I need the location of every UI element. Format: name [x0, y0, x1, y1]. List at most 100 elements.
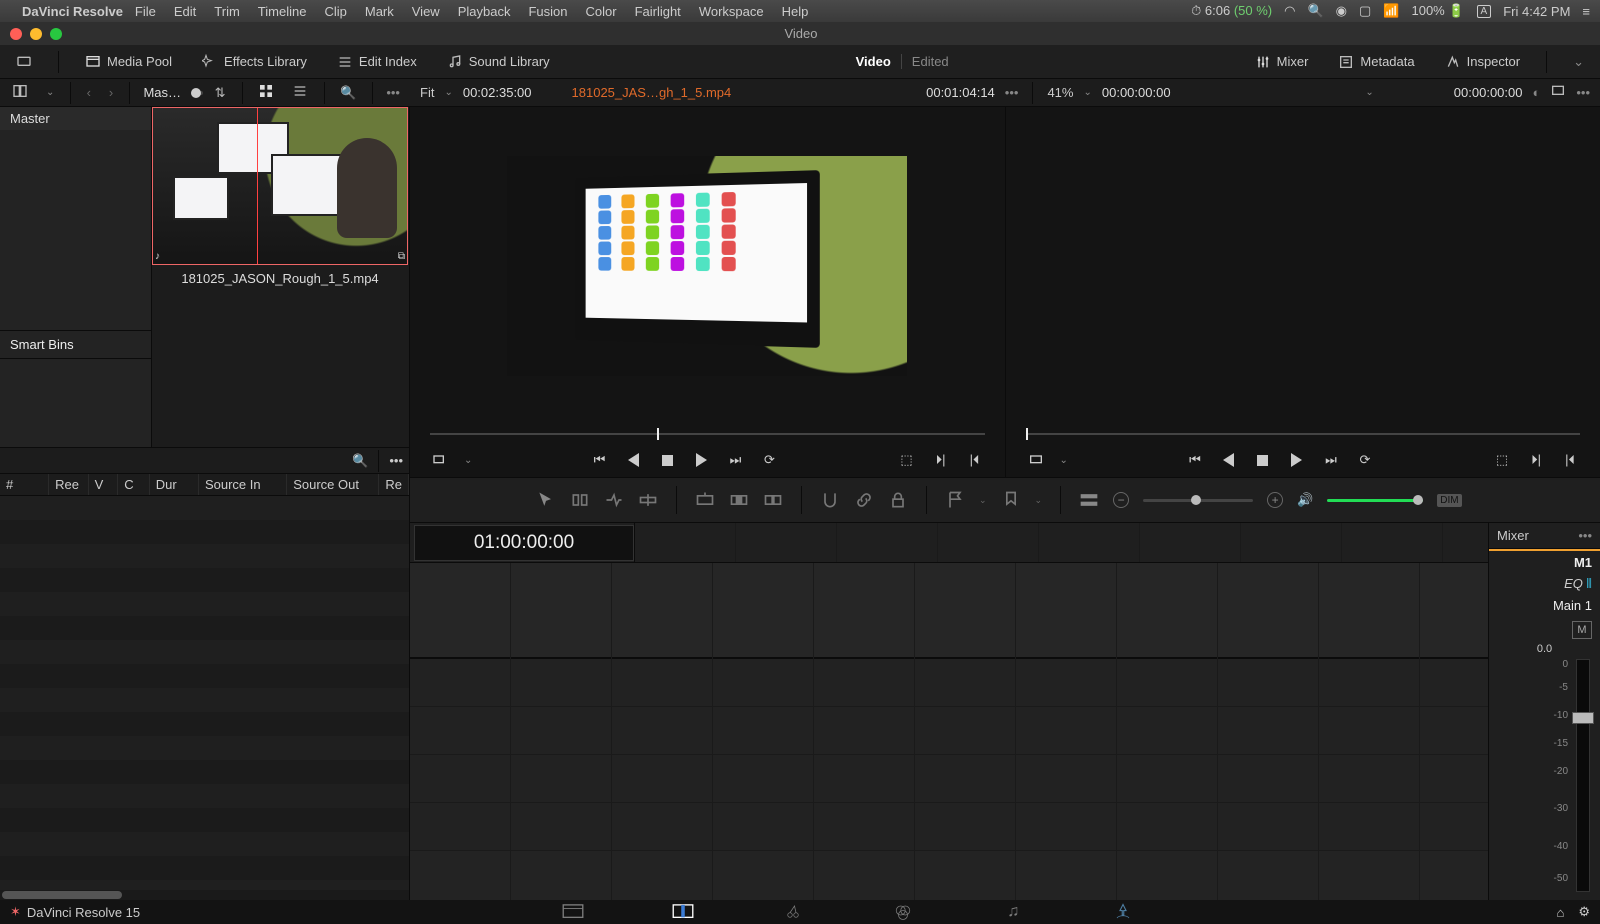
audio-track[interactable]: [410, 659, 1488, 707]
audio-track[interactable]: [410, 755, 1488, 803]
window-close-button[interactable]: [10, 28, 22, 40]
edit-index-header[interactable]: # Ree V C Dur Source In Source Out Re: [0, 474, 409, 496]
record-viewer-options[interactable]: •••: [1576, 85, 1590, 100]
menu-fairlight[interactable]: Fairlight: [635, 4, 681, 19]
record-canvas[interactable]: [1006, 107, 1600, 425]
record-mode-button[interactable]: [1026, 450, 1046, 470]
edit-index-options[interactable]: •••: [389, 453, 403, 468]
menu-fusion[interactable]: Fusion: [528, 4, 567, 19]
panel-toggle-mixer[interactable]: Mixer: [1247, 50, 1317, 74]
panel-toggle-media-pool[interactable]: Media Pool: [77, 50, 180, 74]
mark-out-button[interactable]: |⏴: [965, 450, 985, 470]
app-menu[interactable]: DaVinci Resolve: [22, 4, 123, 19]
selection-tool[interactable]: [536, 490, 556, 510]
menu-workspace[interactable]: Workspace: [699, 4, 764, 19]
col-source-out[interactable]: Source Out: [287, 474, 379, 495]
trim-tool[interactable]: [570, 490, 590, 510]
source-zoom-mode[interactable]: Fit: [420, 85, 434, 100]
blade-tool[interactable]: [638, 490, 658, 510]
play-button[interactable]: [691, 450, 711, 470]
mark-in-button[interactable]: ⏵|: [1526, 450, 1546, 470]
panel-toggle-unknown[interactable]: [8, 50, 40, 74]
bin-master[interactable]: Master: [0, 107, 151, 130]
strip-eq-label[interactable]: EQ ⦀: [1489, 574, 1600, 594]
panel-toggle-inspector[interactable]: Inspector: [1437, 50, 1528, 74]
grid-view-button[interactable]: [252, 83, 280, 102]
battery-status[interactable]: 100% 🔋: [1411, 3, 1464, 19]
bypass-grades-icon[interactable]: ◐: [1532, 85, 1540, 100]
go-last-button[interactable]: ⏭: [1321, 450, 1341, 470]
col-v[interactable]: V: [89, 474, 119, 495]
video-track[interactable]: [410, 563, 1488, 659]
mixer-strip[interactable]: M1 EQ ⦀ Main 1 M 0.0 0 -5 -10 -15 -20 -3…: [1489, 549, 1600, 900]
panel-toggle-effects[interactable]: Effects Library: [194, 50, 315, 74]
record-zoom-mode[interactable]: 41%: [1047, 85, 1073, 100]
window-zoom-button[interactable]: [50, 28, 62, 40]
flag-button[interactable]: [945, 490, 965, 510]
notification-center-icon[interactable]: ≡: [1582, 4, 1590, 19]
audio-track[interactable]: [410, 707, 1488, 755]
record-timeline-dropdown-icon[interactable]: ⌄: [1365, 87, 1373, 98]
source-timecode[interactable]: 00:01:04:14: [926, 85, 995, 100]
page-fusion[interactable]: [778, 903, 808, 921]
edit-index-rows[interactable]: [0, 496, 409, 890]
siri-icon[interactable]: ◉: [1336, 3, 1347, 19]
timeline-view-options[interactable]: [1079, 490, 1099, 510]
source-zoom-dropdown-icon[interactable]: ⌄: [444, 87, 452, 98]
play-button[interactable]: [1287, 450, 1307, 470]
menu-trim[interactable]: Trim: [214, 4, 240, 19]
source-mode-button[interactable]: [430, 450, 450, 470]
mark-out-button[interactable]: |⏴: [1560, 450, 1580, 470]
fader-cap[interactable]: [1572, 712, 1594, 724]
project-settings-button[interactable]: ⚙: [1578, 904, 1590, 920]
timeline-timecode[interactable]: 01:00:00:00: [414, 525, 634, 561]
bin-contents[interactable]: ♪ ⧉ 181025_JASON_Rough_1_5.mp4: [152, 107, 409, 447]
menu-playback[interactable]: Playback: [458, 4, 511, 19]
menu-mark[interactable]: Mark: [365, 4, 394, 19]
thumbnail-size-slider[interactable]: [191, 91, 203, 95]
lock-button[interactable]: [888, 490, 908, 510]
timeline-tracks[interactable]: [410, 563, 1488, 900]
media-pool-options[interactable]: •••: [382, 85, 404, 100]
record-tc-right[interactable]: 00:00:00:00: [1454, 85, 1523, 100]
project-name[interactable]: Video: [856, 54, 891, 69]
airplay-icon[interactable]: ▢: [1359, 3, 1371, 19]
chevron-down-icon[interactable]: ⌄: [1060, 455, 1068, 466]
dim-button[interactable]: DIM: [1437, 494, 1461, 507]
page-color[interactable]: [888, 903, 918, 921]
play-reverse-button[interactable]: [1219, 450, 1239, 470]
bin-view-dropdown[interactable]: ⌄: [40, 87, 60, 98]
page-media[interactable]: [558, 903, 588, 921]
panel-toggle-edit-index[interactable]: Edit Index: [329, 50, 425, 74]
source-viewer-options[interactable]: •••: [1005, 85, 1019, 100]
overwrite-button[interactable]: [729, 490, 749, 510]
col-c[interactable]: C: [118, 474, 150, 495]
strip-fader[interactable]: 0 -5 -10 -15 -20 -30 -40 -50: [1489, 659, 1600, 900]
record-scrub-bar[interactable]: [1006, 425, 1600, 443]
replace-button[interactable]: [763, 490, 783, 510]
source-clip-name[interactable]: 181025_JAS…gh_1_5.mp4: [572, 85, 732, 100]
go-last-button[interactable]: ⏭: [725, 450, 745, 470]
monitor-volume-slider[interactable]: [1327, 499, 1423, 502]
menu-color[interactable]: Color: [585, 4, 616, 19]
clip-thumbnail[interactable]: ♪ ⧉: [152, 107, 408, 265]
nav-forward-button[interactable]: ›: [103, 85, 119, 100]
headphones-icon[interactable]: ◠: [1284, 3, 1295, 19]
list-view-button[interactable]: [286, 83, 314, 102]
source-scrub-bar[interactable]: [410, 425, 1005, 443]
clip-item[interactable]: ♪ ⧉ 181025_JASON_Rough_1_5.mp4: [152, 107, 408, 286]
timeline-zoom-slider[interactable]: [1143, 499, 1253, 502]
panel-toggle-sound-library[interactable]: Sound Library: [439, 50, 558, 74]
mark-in-button[interactable]: ⏵|: [931, 450, 951, 470]
snap-button[interactable]: [820, 490, 840, 510]
wifi-icon[interactable]: 📶: [1383, 3, 1399, 19]
clock[interactable]: Fri 4:42 PM: [1503, 4, 1570, 19]
stop-button[interactable]: [1253, 450, 1273, 470]
play-reverse-button[interactable]: [623, 450, 643, 470]
page-fairlight[interactable]: ♫: [998, 903, 1028, 921]
mute-icon[interactable]: 🔊: [1297, 492, 1313, 508]
panel-expand-button[interactable]: ⌄: [1565, 50, 1592, 74]
audio-track[interactable]: [410, 803, 1488, 851]
col-source-in[interactable]: Source In: [199, 474, 287, 495]
mixer-options[interactable]: •••: [1578, 528, 1592, 543]
